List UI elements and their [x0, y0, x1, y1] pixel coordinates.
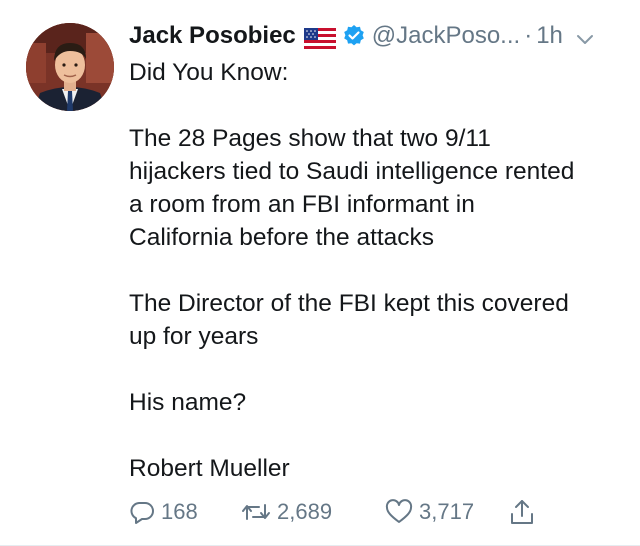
- tweet-line: a room from an FBI informant in: [129, 191, 475, 218]
- tweet-line: hijackers tied to Saudi intelligence ren…: [129, 158, 575, 185]
- tweet-header: Jack Posobiec @JackPoso... · 1h: [129, 20, 629, 52]
- tweet-line: [129, 254, 629, 287]
- us-flag-icon: [303, 26, 336, 49]
- tweet-line: [129, 89, 629, 122]
- chevron-down-icon[interactable]: [575, 26, 595, 46]
- avatar[interactable]: [26, 23, 114, 111]
- separator-dot: ·: [524, 22, 533, 49]
- tweet-actions: 168 2,689 3,717: [129, 494, 549, 530]
- like-button[interactable]: 3,717: [385, 494, 474, 530]
- reply-icon: [129, 499, 155, 525]
- tweet-line: The Director of the FBI kept this covere…: [129, 290, 569, 317]
- tweet-line: The 28 Pages show that two 9/11: [129, 125, 491, 152]
- tweet-card[interactable]: Jack Posobiec @JackPoso... · 1h Did You …: [0, 0, 640, 546]
- share-button[interactable]: [509, 494, 535, 530]
- tweet-line: [129, 419, 629, 452]
- retweet-count: 2,689: [277, 499, 333, 524]
- retweet-button[interactable]: 2,689: [241, 494, 332, 530]
- verified-badge-icon: [342, 24, 366, 48]
- like-count: 3,717: [419, 499, 475, 524]
- tweet-line: up for years: [129, 323, 259, 350]
- profile-photo: [26, 23, 114, 111]
- heart-icon: [385, 499, 413, 525]
- tweet-line: Robert Mueller: [129, 455, 290, 482]
- tweet-line: His name?: [129, 389, 247, 416]
- tweet-line: California before the attacks: [129, 224, 435, 251]
- tweet-line: Did You Know:: [129, 59, 289, 86]
- user-handle[interactable]: @JackPoso...: [372, 20, 520, 52]
- share-icon: [509, 498, 535, 526]
- display-name[interactable]: Jack Posobiec: [129, 20, 296, 52]
- tweet-text: Did You Know: The 28 Pages show that two…: [129, 56, 629, 485]
- retweet-icon: [241, 499, 271, 525]
- timestamp[interactable]: 1h: [536, 20, 563, 52]
- tweet-line: [129, 353, 629, 386]
- reply-count: 168: [161, 499, 198, 524]
- reply-button[interactable]: 168: [129, 494, 198, 530]
